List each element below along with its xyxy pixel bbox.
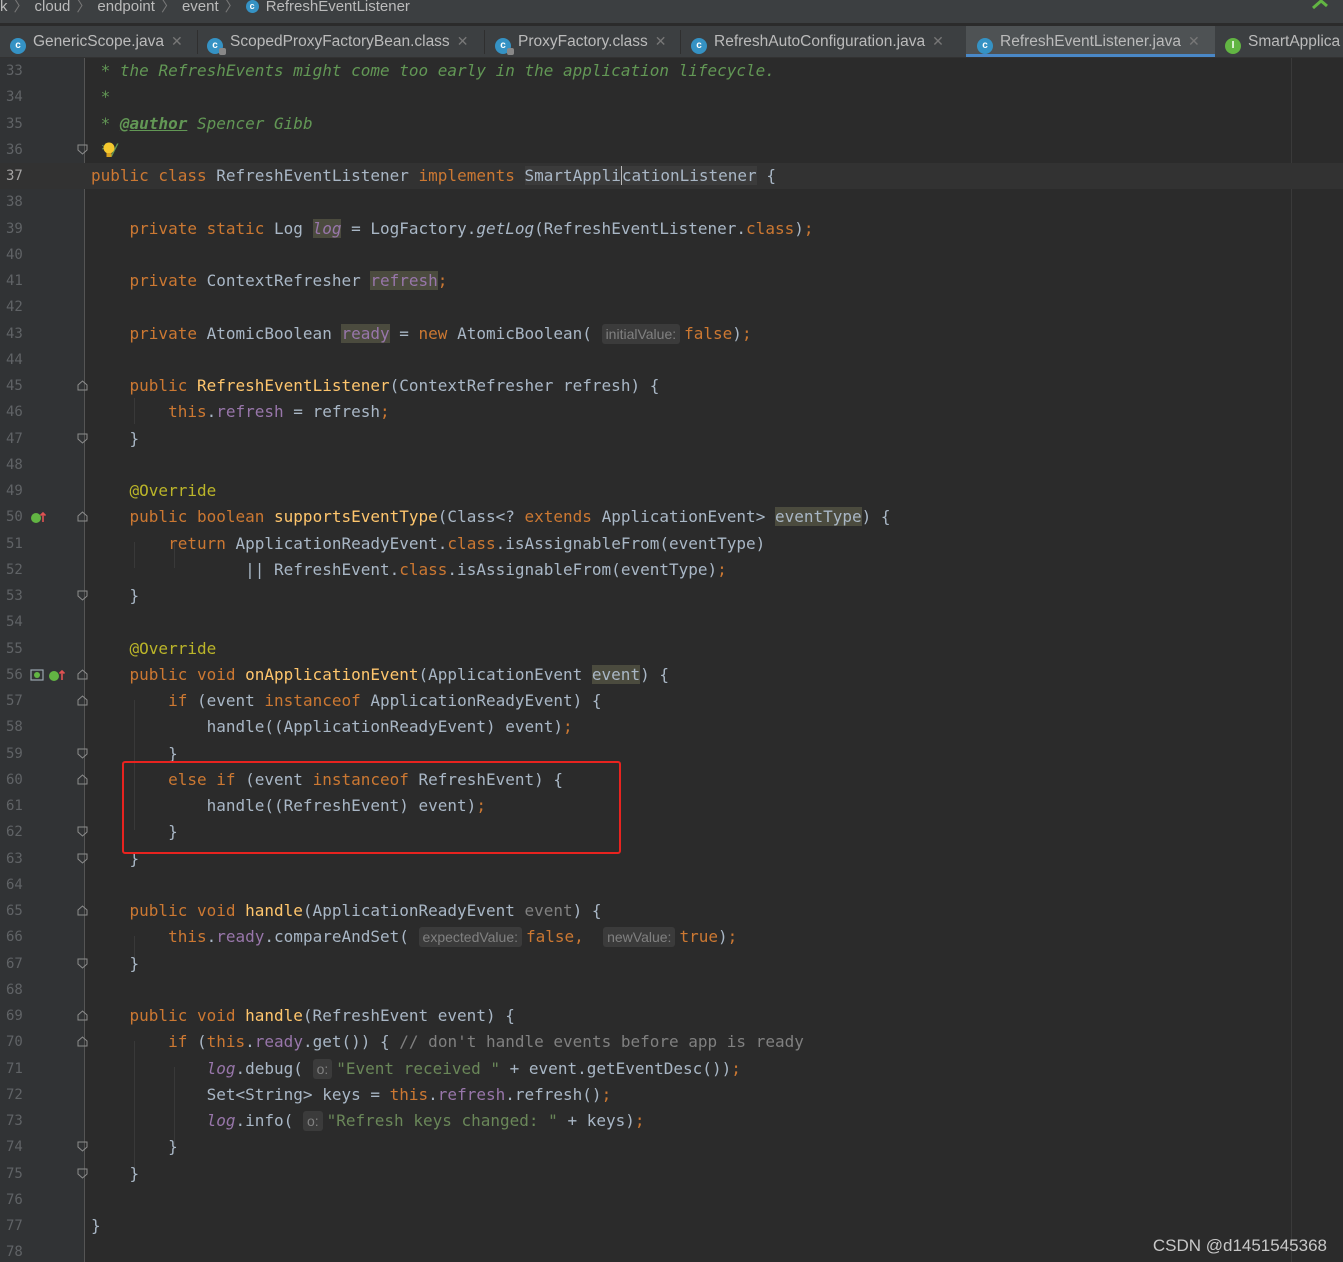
fold-end-icon[interactable] bbox=[77, 853, 88, 864]
param-hint: o: bbox=[312, 1059, 333, 1079]
param-hint: o: bbox=[302, 1111, 323, 1131]
code-line: 47 } bbox=[6, 429, 140, 448]
code-line: 44 bbox=[6, 352, 23, 368]
code-line: 70 if (this.ready.get()) { // don't hand… bbox=[6, 1032, 804, 1051]
code-line: 45 public RefreshEventListener(ContextRe… bbox=[6, 376, 660, 395]
code-line: 68 bbox=[6, 982, 23, 998]
fold-end-icon[interactable] bbox=[77, 826, 88, 837]
fold-start-icon[interactable] bbox=[77, 774, 88, 785]
class-icon: c bbox=[977, 38, 993, 54]
fold-start-icon[interactable] bbox=[77, 380, 88, 391]
code-line: 57 if (event instanceof ApplicationReady… bbox=[6, 691, 602, 710]
code-line: 43 private AtomicBoolean ready = new Ato… bbox=[6, 324, 752, 344]
code-line: 71 log.debug( o: "Event received " + even… bbox=[6, 1059, 741, 1079]
code-line: 73 log.info( o: "Refresh keys changed: " … bbox=[6, 1111, 645, 1131]
close-icon[interactable]: ✕ bbox=[932, 33, 944, 49]
tab-refresh-auto-configuration[interactable]: c RefreshAutoConfiguration.java ✕ bbox=[691, 26, 961, 57]
fold-start-icon[interactable] bbox=[77, 695, 88, 706]
breadcrumb-item[interactable]: k bbox=[0, 0, 8, 15]
fold-start-icon[interactable] bbox=[77, 669, 88, 680]
param-hint: expectedValue: bbox=[418, 927, 523, 947]
override-method-icon[interactable] bbox=[30, 510, 46, 524]
close-icon[interactable]: ✕ bbox=[457, 33, 469, 49]
class-locked-icon: c bbox=[495, 38, 514, 55]
breadcrumb-item[interactable]: RefreshEventListener bbox=[266, 0, 410, 15]
code-line: 67 } bbox=[6, 954, 140, 973]
code-line: 51 return ApplicationReadyEvent.class.is… bbox=[6, 534, 766, 553]
code-line: 34 * bbox=[6, 87, 111, 106]
code-line: 49 @Override bbox=[6, 481, 217, 500]
code-line: 76 bbox=[6, 1192, 23, 1208]
fold-end-icon[interactable] bbox=[77, 1141, 88, 1152]
code-line: 58 handle((ApplicationReadyEvent) event)… bbox=[6, 717, 573, 736]
code-line: 33 * the RefreshEvents might come too ea… bbox=[6, 61, 775, 80]
class-icon: c bbox=[691, 38, 707, 54]
param-hint: newValue: bbox=[603, 927, 676, 947]
code-line: 38 bbox=[6, 194, 23, 210]
tab-proxy-factory[interactable]: c ProxyFactory.class ✕ bbox=[495, 26, 673, 57]
code-line: 66 this.ready.compareAndSet( expectedVal… bbox=[6, 927, 738, 947]
fold-end-icon[interactable] bbox=[77, 748, 88, 759]
tab-generic-scope[interactable]: c GenericScope.java ✕ bbox=[10, 26, 196, 57]
code-line: 40 bbox=[6, 247, 23, 263]
code-line: 77} bbox=[6, 1216, 101, 1235]
fold-end-icon[interactable] bbox=[77, 958, 88, 969]
code-line: 50 public boolean supportsEventType(Clas… bbox=[6, 507, 891, 526]
code-line: 41 private ContextRefresher refresh; bbox=[6, 271, 448, 290]
code-line: 56 public void onApplicationEvent(Applic… bbox=[6, 665, 669, 684]
code-line: 35 * @author Spencer Gibb bbox=[6, 114, 313, 133]
code-editor[interactable]: 33 * the RefreshEvents might come too ea… bbox=[0, 58, 1343, 1262]
fold-start-icon[interactable] bbox=[77, 905, 88, 916]
breadcrumb-item[interactable]: event bbox=[182, 0, 219, 15]
code-line: 74 } bbox=[6, 1137, 178, 1156]
close-icon[interactable]: ✕ bbox=[655, 33, 667, 49]
build-hammer-icon[interactable] bbox=[1311, 0, 1329, 10]
fold-end-icon[interactable] bbox=[77, 144, 88, 155]
code-line: 55 @Override bbox=[6, 639, 217, 658]
code-line: 53 } bbox=[6, 586, 140, 605]
code-line-current: 37 public class RefreshEventListener impl… bbox=[0, 163, 1343, 189]
watermark: CSDN @d1451545368 bbox=[1152, 1236, 1327, 1255]
text-caret bbox=[620, 166, 622, 185]
close-icon[interactable]: ✕ bbox=[171, 33, 183, 49]
code-line: 36 */ bbox=[0, 137, 1343, 163]
code-line: 75 } bbox=[6, 1164, 140, 1183]
interface-icon: I bbox=[1225, 38, 1241, 54]
highlight-box bbox=[122, 761, 621, 854]
code-line: 65 public void handle(ApplicationReadyEv… bbox=[6, 901, 602, 920]
fold-start-icon[interactable] bbox=[77, 1036, 88, 1047]
tab-scoped-proxy-factory-bean[interactable]: c ScopedProxyFactoryBean.class ✕ bbox=[207, 26, 479, 57]
class-locked-icon: c bbox=[207, 38, 226, 55]
fold-end-icon[interactable] bbox=[77, 590, 88, 601]
code-line: 54 bbox=[6, 614, 23, 630]
class-icon: c bbox=[245, 0, 259, 13]
breadcrumb-item[interactable]: cloud bbox=[35, 0, 71, 15]
code-line: 39 private static Log log = LogFactory.g… bbox=[6, 219, 814, 238]
breadcrumb: k 〉 cloud 〉 endpoint 〉 event 〉 c RefreshEventList… bbox=[0, 0, 1343, 23]
class-icon: c bbox=[10, 38, 26, 54]
breadcrumb-item[interactable]: endpoint bbox=[97, 0, 155, 15]
fold-end-icon[interactable] bbox=[77, 1168, 88, 1179]
code-line: 42 bbox=[6, 299, 23, 315]
code-line: 52 || RefreshEvent.class.isAssignableFro… bbox=[6, 560, 727, 579]
lightbulb-icon[interactable] bbox=[101, 141, 117, 159]
fold-start-icon[interactable] bbox=[77, 1010, 88, 1021]
code-line: 78 bbox=[6, 1244, 23, 1260]
code-line: 64 bbox=[6, 877, 23, 893]
fold-end-icon[interactable] bbox=[77, 433, 88, 444]
code-line: 69 public void handle(RefreshEvent event… bbox=[6, 1006, 515, 1025]
code-line: 48 bbox=[6, 457, 23, 473]
code-line: 72 Set<String> keys = this.refresh.refre… bbox=[6, 1085, 612, 1104]
tab-smart-application-listener[interactable]: I SmartApplica bbox=[1225, 26, 1343, 57]
close-icon[interactable]: ✕ bbox=[1188, 33, 1200, 49]
event-listener-icon[interactable] bbox=[30, 668, 66, 682]
param-hint: initialValue: bbox=[601, 324, 681, 344]
tab-refresh-event-listener[interactable]: c RefreshEventListener.java ✕ bbox=[966, 26, 1215, 57]
editor-tab-bar: c GenericScope.java ✕ c ScopedProxyFactoryB… bbox=[0, 26, 1343, 58]
code-line: 46 this.refresh = refresh; bbox=[6, 402, 390, 421]
fold-start-icon[interactable] bbox=[77, 511, 88, 522]
